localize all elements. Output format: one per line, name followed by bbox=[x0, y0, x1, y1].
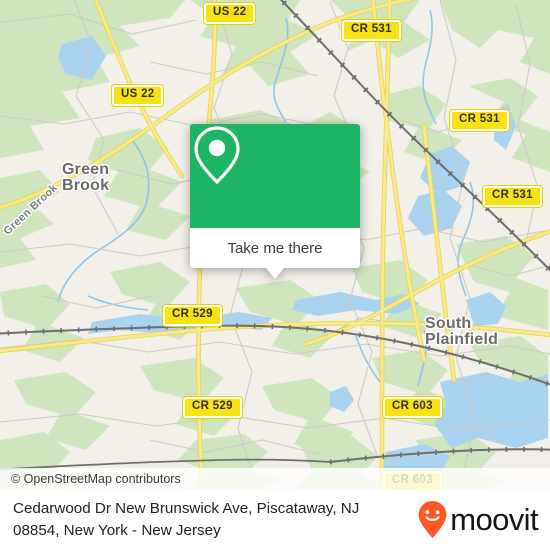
moovit-wordmark: moovit bbox=[450, 502, 538, 537]
address-line-1: Cedarwood Dr New Brunswick Ave, Piscataw… bbox=[13, 500, 360, 518]
popup-pointer-tail bbox=[266, 268, 284, 279]
route-shield-cr-529[interactable]: CR 529 bbox=[162, 304, 223, 327]
route-shield-cr-531[interactable]: CR 531 bbox=[449, 109, 510, 132]
popup-header bbox=[190, 124, 360, 228]
route-shield-cr-529[interactable]: CR 529 bbox=[182, 396, 243, 419]
address-line-2: 08854, New York - New Jersey bbox=[13, 522, 221, 539]
popup-action-row[interactable]: Take me there bbox=[190, 228, 360, 268]
map-attribution: © OpenStreetMap contributors bbox=[0, 468, 550, 490]
address-block: Cedarwood Dr New Brunswick Ave, Piscataw… bbox=[0, 498, 417, 541]
map-pin-icon bbox=[194, 126, 240, 184]
take-me-there-label: Take me there bbox=[227, 239, 323, 257]
moovit-pin-icon bbox=[418, 501, 447, 538]
route-shield-cr-531[interactable]: CR 531 bbox=[482, 185, 543, 208]
footer-bar: Cedarwood Dr New Brunswick Ave, Piscataw… bbox=[0, 490, 550, 550]
route-shield-us-22[interactable]: US 22 bbox=[202, 2, 257, 25]
attribution-text[interactable]: © OpenStreetMap contributors bbox=[0, 472, 181, 486]
route-shield-cr-531[interactable]: CR 531 bbox=[341, 19, 402, 42]
route-shield-cr-603[interactable]: CR 603 bbox=[382, 396, 443, 419]
route-shield-us-22[interactable]: US 22 bbox=[110, 84, 165, 107]
map-screenshot: Green Brook South Plainfield Green Brook… bbox=[0, 0, 550, 550]
location-popup-card[interactable]: Take me there bbox=[190, 124, 360, 279]
moovit-logo[interactable]: moovit bbox=[417, 500, 550, 540]
map-canvas[interactable]: Green Brook South Plainfield Green Brook… bbox=[0, 0, 550, 490]
